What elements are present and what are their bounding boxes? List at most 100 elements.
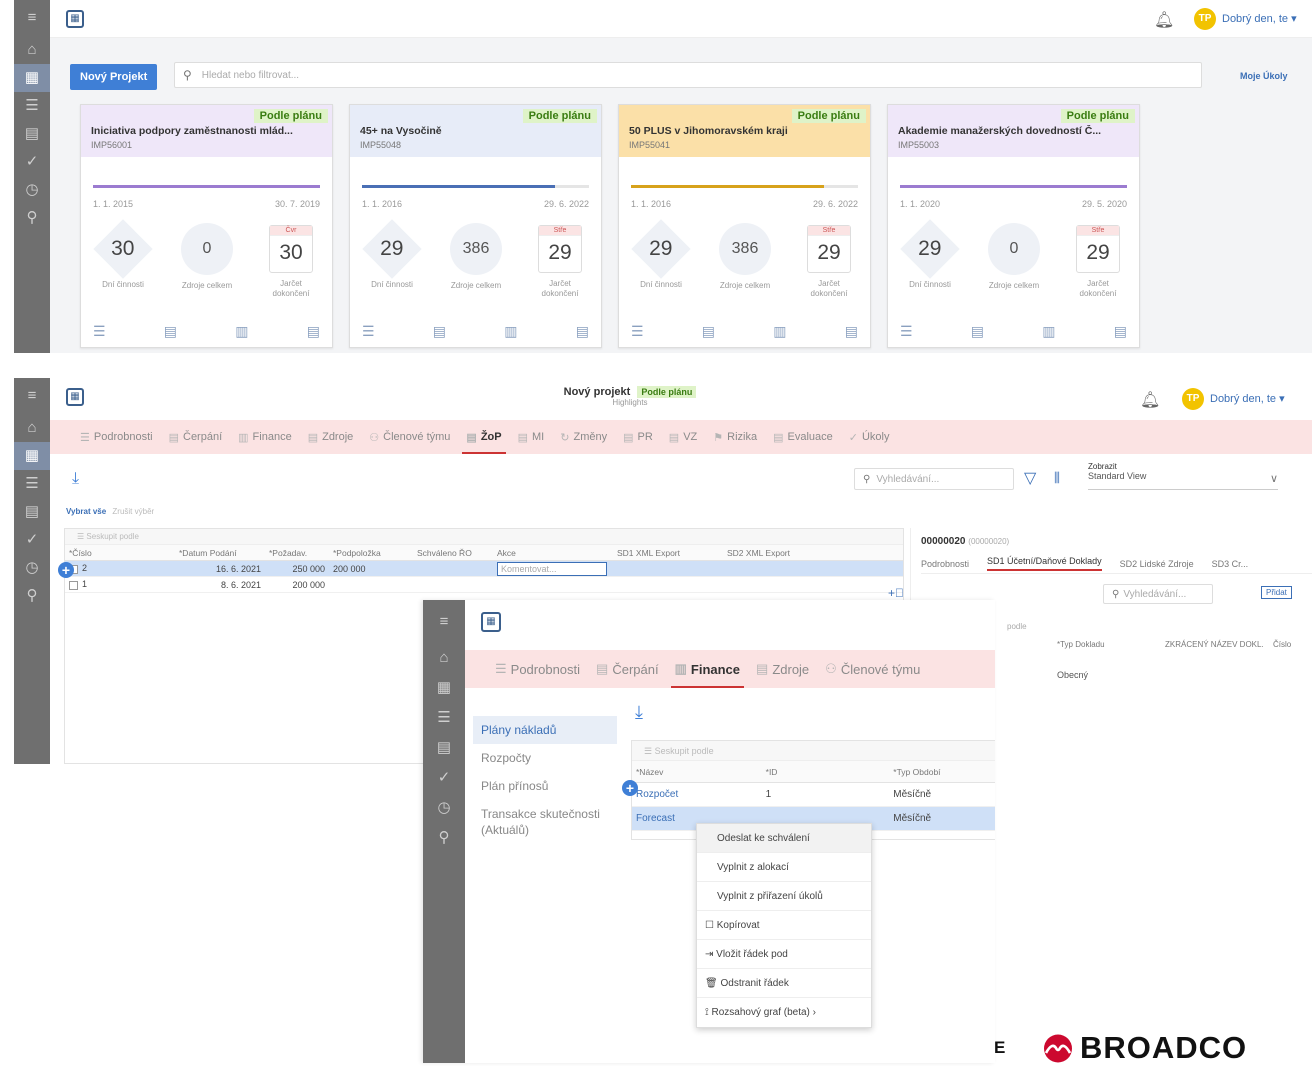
- tab-12[interactable]: ✓ Úkoly: [841, 420, 898, 454]
- menu-item[interactable]: Vyplnit z alokací: [697, 853, 871, 882]
- column-header[interactable]: *Požadav.: [265, 548, 329, 558]
- list-icon[interactable]: ☰: [631, 323, 644, 343]
- card-title[interactable]: Akademie manažerských dovedností Č...: [898, 125, 1129, 137]
- card-title[interactable]: 50 PLUS v Jihomoravském kraji: [629, 125, 860, 137]
- my-tasks-link[interactable]: Moje Úkoly: [1240, 71, 1288, 81]
- home-icon[interactable]: ⌂: [14, 414, 50, 442]
- tab-4[interactable]: ⚇ Členové týmu: [361, 420, 458, 454]
- column-header[interactable]: *Číslo: [65, 548, 175, 558]
- detail-search-input[interactable]: ⚲ Vyhledávání...: [1103, 584, 1213, 604]
- check-icon[interactable]: ✓: [423, 764, 465, 794]
- resources-icon[interactable]: ▤: [576, 323, 589, 343]
- tab-0[interactable]: ☰ Podrobnosti: [487, 650, 588, 688]
- tab-10[interactable]: ⚑ Rizika: [705, 420, 765, 454]
- greeting[interactable]: Dobrý den, te ▾: [1210, 392, 1285, 405]
- download-icon[interactable]: ⤓: [72, 470, 79, 488]
- stack-icon[interactable]: ▤: [971, 323, 984, 343]
- columns-icon[interactable]: ⫼: [1054, 470, 1060, 486]
- list-icon[interactable]: ☰: [900, 323, 913, 343]
- menu-item[interactable]: Odeslat ke schválení: [697, 824, 871, 853]
- menu-item[interactable]: ⟟ Rozsahový graf (beta) ›: [697, 998, 871, 1027]
- tab-2[interactable]: ▥ Finance: [667, 650, 748, 688]
- tab-3[interactable]: ▤ Zdroje: [748, 650, 817, 688]
- resources-icon[interactable]: ▤: [845, 323, 858, 343]
- list-icon[interactable]: ☰: [14, 92, 50, 120]
- view-select[interactable]: Zobrazit Standard View ∨: [1088, 462, 1278, 490]
- tab-6[interactable]: ▤ MI: [510, 420, 553, 454]
- tab-1[interactable]: ▤ Čerpání: [161, 420, 231, 454]
- menu-item[interactable]: ☐ Kopírovat: [697, 911, 871, 940]
- list-icon[interactable]: ☰: [362, 323, 375, 343]
- detail-tab[interactable]: SD1 Účetní/Daňové Doklady: [987, 556, 1102, 571]
- finance-icon[interactable]: ▥: [235, 323, 248, 343]
- resources-icon[interactable]: ▤: [1114, 323, 1127, 343]
- app-logo-icon[interactable]: ▦: [66, 388, 84, 406]
- list-icon[interactable]: ☰: [423, 704, 465, 734]
- clock-icon[interactable]: ◷: [423, 794, 465, 824]
- link-icon[interactable]: ⚲: [423, 824, 465, 854]
- bell-icon[interactable]: 🔔︎: [1140, 390, 1160, 410]
- select-all-link[interactable]: Vybrat vše: [66, 507, 106, 516]
- tab-7[interactable]: ↻ Změny: [552, 420, 615, 454]
- detail-tab[interactable]: SD2 Lidské Zdroje: [1120, 559, 1194, 569]
- column-header[interactable]: *Podpoložka: [329, 548, 413, 558]
- finance-nav-item[interactable]: Plány nákladů: [473, 716, 617, 744]
- tab-9[interactable]: ▤ VZ: [661, 420, 705, 454]
- project-card[interactable]: Podle plánu 50 PLUS v Jihomoravském kraj…: [618, 104, 871, 348]
- home-icon[interactable]: ⌂: [14, 36, 50, 64]
- group-by-bar[interactable]: ☰ Seskupit podle: [65, 529, 903, 545]
- tab-8[interactable]: ▤ PR: [615, 420, 661, 454]
- avatar[interactable]: TP: [1182, 388, 1204, 410]
- resources-icon[interactable]: ▤: [307, 323, 320, 343]
- column-header[interactable]: Číslo: [1273, 640, 1312, 649]
- app-logo-icon[interactable]: ▦: [481, 612, 501, 632]
- stack-icon[interactable]: ▤: [164, 323, 177, 343]
- avatar[interactable]: TP: [1194, 8, 1216, 30]
- search-input[interactable]: ⚲ Hledat nebo filtrovat...: [174, 62, 1202, 88]
- column-header[interactable]: *Typ Dokladu: [1057, 640, 1165, 649]
- clock-icon[interactable]: ◷: [14, 176, 50, 204]
- row-checkbox[interactable]: [69, 580, 78, 590]
- detail-tab[interactable]: Podrobnosti: [921, 559, 969, 569]
- add-row-button[interactable]: +: [622, 780, 638, 796]
- column-header[interactable]: *Typ Období: [889, 767, 995, 777]
- stack-icon[interactable]: ▤: [423, 734, 465, 764]
- menu-icon[interactable]: ≡: [14, 378, 50, 414]
- grid-icon[interactable]: ▦: [423, 674, 465, 704]
- grid-icon[interactable]: ▦: [14, 442, 50, 470]
- add-row-button[interactable]: +: [58, 562, 74, 578]
- download-icon[interactable]: ⤓: [635, 702, 643, 723]
- table-row[interactable]: 2 16. 6. 2021 250 000 200 000 Komentovat…: [65, 561, 903, 577]
- table-row[interactable]: 1 8. 6. 2021 200 000: [65, 577, 903, 593]
- tab-4[interactable]: ⚇ Členové týmu: [817, 650, 928, 688]
- check-icon[interactable]: ✓: [14, 148, 50, 176]
- card-title[interactable]: 45+ na Vysočině: [360, 125, 591, 137]
- list-icon[interactable]: ☰: [93, 323, 106, 343]
- menu-item[interactable]: Vyplnit z přiřazení úkolů: [697, 882, 871, 911]
- finance-nav-item[interactable]: Transakce skutečnosti (Aktuálů): [473, 800, 617, 844]
- detail-row-type[interactable]: Obecný: [1057, 670, 1088, 680]
- stack-icon[interactable]: ▤: [702, 323, 715, 343]
- home-icon[interactable]: ⌂: [423, 644, 465, 674]
- finance-icon[interactable]: ▥: [504, 323, 517, 343]
- project-card[interactable]: Podle plánu Akademie manažerských dovedn…: [887, 104, 1140, 348]
- project-card[interactable]: Podle plánu 45+ na Vysočině IMP55048 1. …: [349, 104, 602, 348]
- greeting[interactable]: Dobrý den, te ▾: [1222, 12, 1297, 25]
- grid-icon[interactable]: ▦: [14, 64, 50, 92]
- tab-5[interactable]: ▤ ŽoP: [458, 420, 509, 454]
- filter-icon[interactable]: ▽: [1024, 468, 1036, 488]
- tab-11[interactable]: ▤ Evaluace: [765, 420, 841, 454]
- tab-3[interactable]: ▤ Zdroje: [300, 420, 362, 454]
- detail-add-button[interactable]: Přidat: [1261, 586, 1292, 599]
- detail-tab[interactable]: SD3 Cr...: [1212, 559, 1249, 569]
- finance-icon[interactable]: ▥: [773, 323, 786, 343]
- search-input[interactable]: ⚲ Vyhledávání...: [854, 468, 1014, 490]
- comment-input[interactable]: Komentovat...: [497, 561, 607, 576]
- link-icon[interactable]: ⚲: [14, 204, 50, 232]
- tab-2[interactable]: ▥ Finance: [230, 420, 300, 454]
- stack-icon[interactable]: ▤: [14, 120, 50, 148]
- finance-icon[interactable]: ▥: [1042, 323, 1055, 343]
- list-icon[interactable]: ☰: [14, 470, 50, 498]
- column-header[interactable]: *Název: [632, 767, 762, 777]
- menu-item[interactable]: 🗑 Odstranit řádek: [697, 969, 871, 998]
